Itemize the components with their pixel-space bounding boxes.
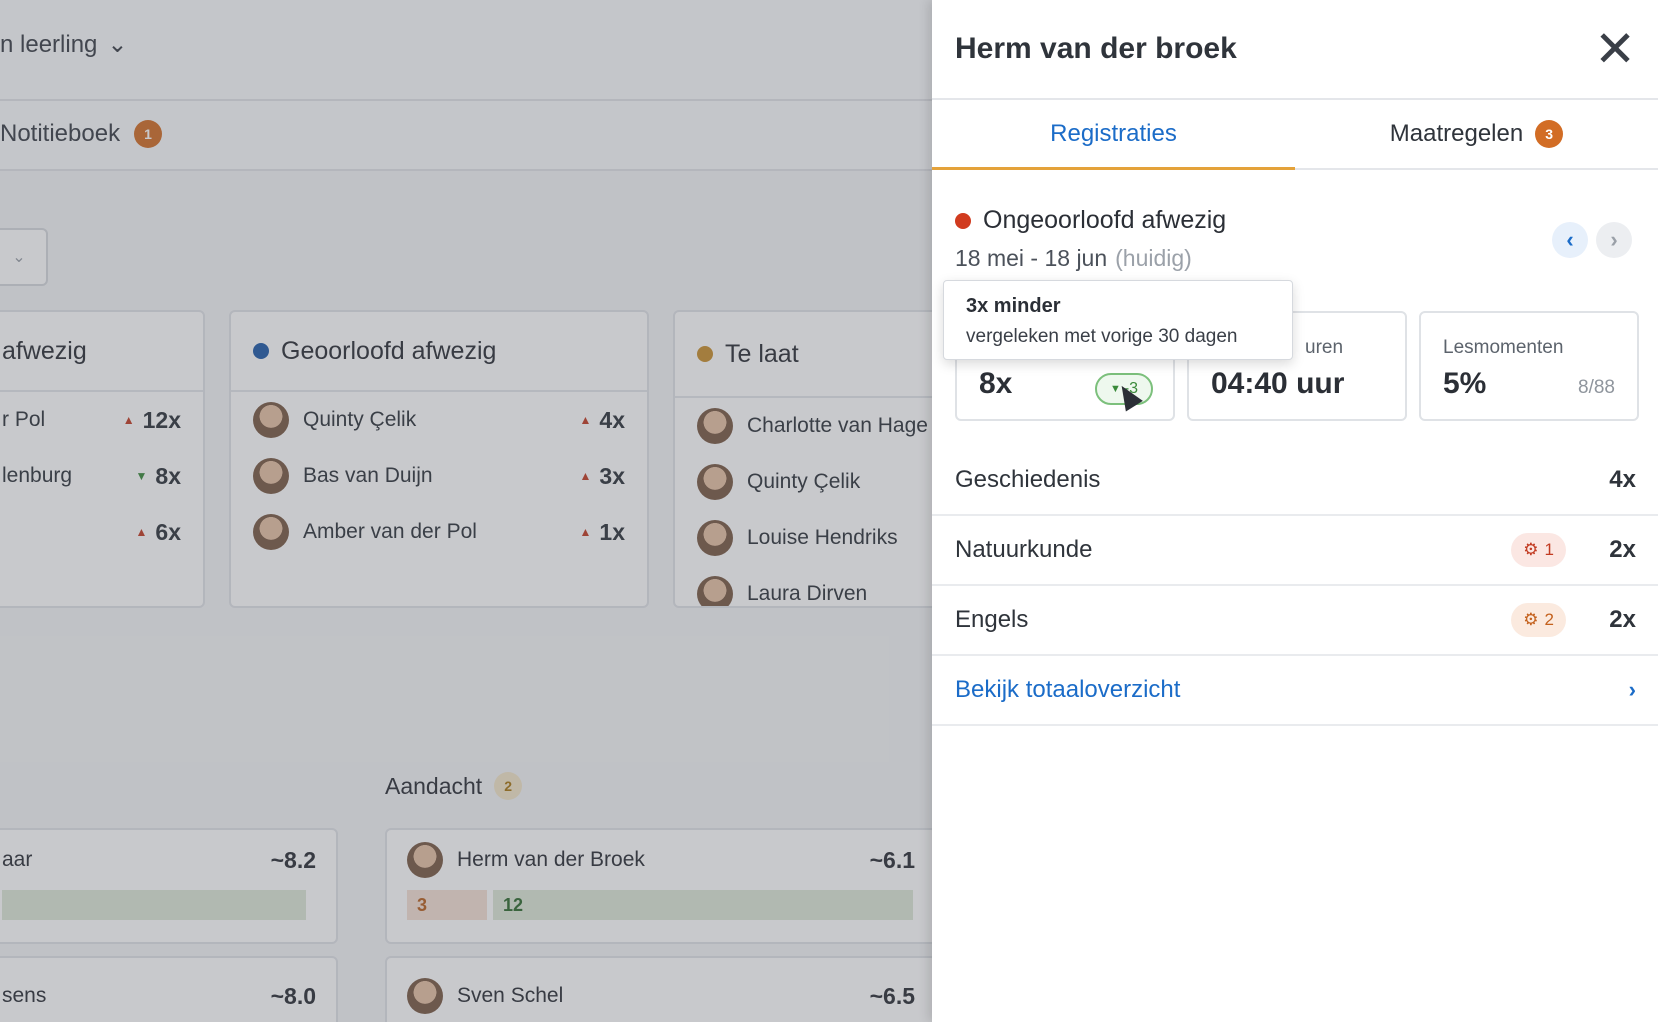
panel-header: Herm van der broek ✕ [932,0,1658,100]
chevron-left-icon: ‹ [1566,227,1574,252]
measure-badge[interactable]: ⚙ 2 [1511,603,1566,637]
chevron-right-icon: › [1610,227,1618,252]
gear-icon: ⚙ [1523,540,1539,559]
subject-count: 2x [1609,606,1636,633]
list-item[interactable]: Engels ⚙ 2 2x [932,586,1658,656]
stat-value: 5% [1443,367,1487,400]
tab-label: Registraties [1050,120,1177,147]
tab-label: Maatregelen [1389,120,1524,147]
measure-count: 2 [1544,610,1554,629]
measure-badge[interactable]: ⚙ 1 [1511,533,1566,567]
list-item[interactable]: Natuurkunde ⚙ 1 2x [932,516,1658,586]
subject-list: Geschiedenis 4x Natuurkunde ⚙ 1 2x Engel… [932,446,1658,726]
subject-name: Engels [955,606,1029,633]
date-range: 18 mei - 18 jun [955,245,1108,271]
stat-value: 8x [979,367,1013,400]
measure-count: 1 [1544,540,1554,559]
status-dot [955,212,971,229]
panel-title: Herm van der broek [955,32,1237,65]
overview-link-label: Bekijk totaaloverzicht [955,676,1181,703]
registration-date: 18 mei - 18 jun (huidig) [955,245,1226,272]
subject-count: 2x [1609,536,1636,563]
subject-name: Geschiedenis [955,466,1101,493]
delta-tooltip: 3x minder vergeleken met vorige 30 dagen [943,280,1293,360]
stat-sub: 8/88 [1578,377,1615,398]
registration-title-row: Ongeoorloofd afwezig [955,206,1226,235]
registration-title: Ongeoorloofd afwezig [983,206,1227,234]
tooltip-title: 3x minder [966,295,1061,317]
date-hint: (huidig) [1115,245,1192,271]
tooltip-text: vergeleken met vorige 30 dagen [966,326,1238,347]
subject-name: Natuurkunde [955,536,1093,563]
panel-tabs: Registraties Maatregelen 3 [932,100,1658,170]
gear-icon: ⚙ [1523,610,1539,629]
modal-backdrop[interactable] [0,0,932,1022]
registration-summary: Ongeoorloofd afwezig 18 mei - 18 jun (hui… [955,206,1226,272]
subject-count: 4x [1609,466,1636,493]
close-icon[interactable]: ✕ [1594,24,1636,74]
tab-maatregelen[interactable]: Maatregelen 3 [1295,100,1658,168]
overview-link[interactable]: Bekijk totaaloverzicht › [932,656,1658,726]
next-period-button[interactable]: › [1596,222,1632,258]
maatregelen-badge: 3 [1535,120,1564,148]
stat-value: 04:40 uur [1211,367,1345,400]
chevron-right-icon: › [1628,677,1636,702]
stat-label: Lesmomenten [1443,337,1564,358]
previous-period-button[interactable]: ‹ [1552,222,1588,258]
list-item[interactable]: Geschiedenis 4x [932,446,1658,516]
stat-card-lesmomenten: Lesmomenten 5% 8/88 [1419,311,1639,421]
stat-label: uren [1305,337,1344,358]
tab-registraties[interactable]: Registraties [932,100,1295,170]
